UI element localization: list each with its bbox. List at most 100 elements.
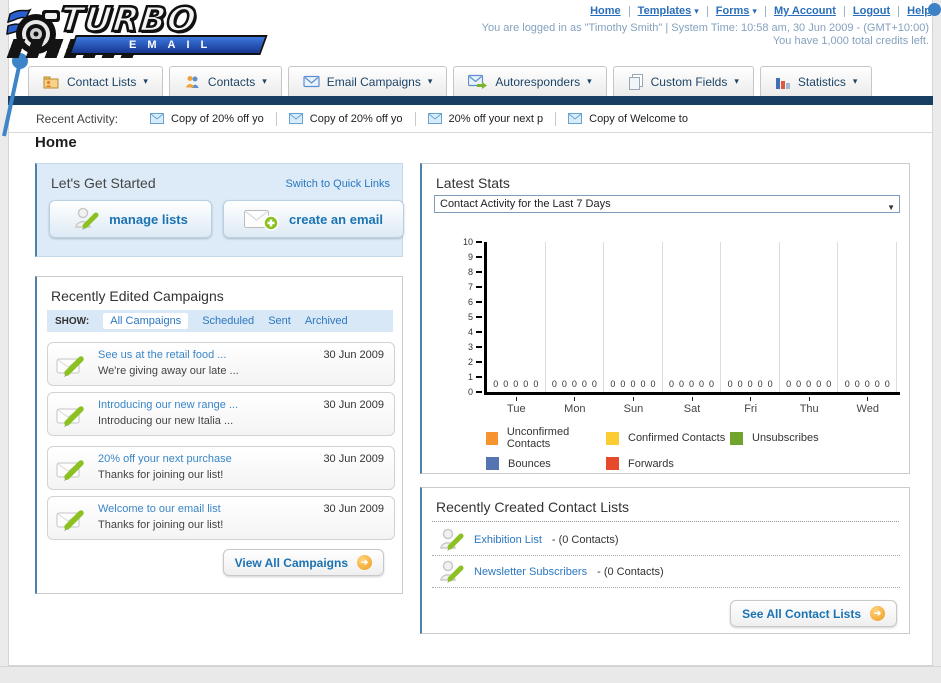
tab-label: Contact Lists <box>67 74 137 89</box>
contact-list-link[interactable]: Newsletter Subscribers <box>474 566 587 578</box>
tab-email-campaigns[interactable]: Email Campaigns ▾ <box>287 66 448 96</box>
legend-swatch-icon <box>486 457 499 470</box>
data-value-label: 0 <box>630 379 636 389</box>
campaign-subtitle: Thanks for joining our list! <box>98 519 224 531</box>
help-bubble-icon[interactable] <box>928 3 941 16</box>
x-axis-label-fri: Fri <box>721 397 780 415</box>
chart-plot-area: 00000000000000000000000000000000000 <box>487 242 898 392</box>
campaign-title-link[interactable]: Introducing our new range ... <box>98 399 238 411</box>
data-value-label: 0 <box>610 379 616 389</box>
legend-label: Unsubscribes <box>752 432 819 444</box>
recent-activity-item[interactable]: Copy of 20% off yo <box>138 111 277 126</box>
contact-list-link[interactable]: Exhibition List <box>474 534 542 546</box>
y-axis-tick-4: 4 <box>468 327 482 337</box>
filter-all-campaigns[interactable]: All Campaigns <box>103 313 189 329</box>
x-axis-line <box>484 392 900 395</box>
manage-lists-label: manage lists <box>109 211 188 227</box>
data-value-label: 0 <box>854 379 860 389</box>
manage-lists-button[interactable]: manage lists <box>49 200 212 238</box>
nav-link-logout[interactable]: Logout <box>853 5 890 17</box>
data-value-label: 0 <box>826 379 832 389</box>
y-axis-tick-6: 6 <box>468 297 482 307</box>
stats-dropdown-value: Contact Activity for the Last 7 Days <box>440 198 611 210</box>
campaign-subtitle: Thanks for joining our list! <box>98 469 224 481</box>
contact-list-row: Exhibition List - (0 Contacts) <box>432 525 900 556</box>
data-value-label: 0 <box>503 379 509 389</box>
x-axis-label-sat: Sat <box>663 397 722 415</box>
tab-contact-lists[interactable]: Contact Lists ▾ <box>28 66 163 96</box>
autoresponders-icon <box>468 74 488 89</box>
latest-stats-panel: Latest Stats Contact Activity for the La… <box>420 163 910 474</box>
dropdown-caret-icon: ▼ <box>887 203 895 212</box>
y-axis-tick-8: 8 <box>468 267 482 277</box>
person-pencil-icon <box>440 528 464 551</box>
footer-strip <box>0 666 941 683</box>
campaign-title-link[interactable]: See us at the retail food ... <box>98 349 226 361</box>
filter-sent[interactable]: Sent <box>268 315 291 327</box>
chevron-down-icon: ▾ <box>752 5 757 16</box>
data-value-label: 0 <box>523 379 529 389</box>
nav-link-home[interactable]: Home <box>590 5 621 17</box>
campaign-title-link[interactable]: Welcome to our email list <box>98 503 221 515</box>
activity-item-label: Copy of Welcome to <box>589 112 688 125</box>
data-value-label: 0 <box>864 379 870 389</box>
filter-archived[interactable]: Archived <box>305 315 348 327</box>
y-axis-tick-5: 5 <box>468 312 482 322</box>
envelope-pencil-icon <box>56 510 84 531</box>
legend-label: Confirmed Contacts <box>628 432 726 444</box>
envelope-icon <box>427 113 442 124</box>
nav-separator <box>898 5 900 17</box>
legend-label: Forwards <box>628 457 674 470</box>
data-value-label: 0 <box>786 379 792 389</box>
filter-scheduled[interactable]: Scheduled <box>202 315 254 327</box>
view-all-campaigns-label: View All Campaigns <box>234 555 348 570</box>
stats-report-dropdown[interactable]: Contact Activity for the Last 7 Days ▼ <box>434 195 900 213</box>
tab-contacts[interactable]: Contacts ▾ <box>168 66 282 96</box>
activity-item-label: 20% off your next p <box>448 112 544 125</box>
data-value-label: 0 <box>668 379 674 389</box>
campaign-date: 30 Jun 2009 <box>323 399 384 411</box>
tab-statistics[interactable]: Statistics ▾ <box>759 66 873 96</box>
legend-swatch-icon <box>730 431 743 445</box>
x-axis-labels: Tue Mon Sun Sat Fri Thu Wed <box>487 397 897 415</box>
view-all-campaigns-button[interactable]: View All Campaigns ➜ <box>222 549 384 576</box>
nav-link-templates[interactable]: Templates <box>638 5 692 17</box>
data-value-label: 0 <box>689 379 695 389</box>
navy-divider-band <box>8 96 933 105</box>
nav-link-my-account[interactable]: My Account <box>774 5 836 17</box>
campaign-title-link[interactable]: 20% off your next purchase <box>98 453 232 465</box>
y-axis-tick-0: 0 <box>468 387 482 397</box>
create-email-button[interactable]: create an email <box>223 200 404 238</box>
x-axis-label-wed: Wed <box>838 397 897 415</box>
tab-custom-fields[interactable]: Custom Fields ▾ <box>612 66 754 96</box>
activity-item-label: Copy of 20% off yo <box>171 112 264 125</box>
recent-activity-item[interactable]: Copy of Welcome to <box>556 112 700 126</box>
campaign-subtitle: Introducing our new Italia ... <box>98 415 234 427</box>
recent-activity-item[interactable]: 20% off your next p <box>416 111 557 126</box>
envelope-icon <box>150 113 165 124</box>
dotted-divider <box>432 521 899 522</box>
person-pencil-icon <box>440 560 464 583</box>
nav-separator <box>764 5 766 17</box>
logo-banner: EMAIL <box>68 35 268 55</box>
email-campaigns-icon <box>303 75 320 88</box>
page-title: Home <box>35 134 77 151</box>
see-all-contact-lists-button[interactable]: See All Contact Lists ➜ <box>730 600 897 627</box>
nav-separator <box>628 5 630 17</box>
data-value-label: 0 <box>757 379 763 389</box>
recent-activity-item[interactable]: Copy of 20% off yo <box>277 111 416 126</box>
tab-label: Statistics <box>797 74 846 89</box>
chevron-down-icon: ▾ <box>587 76 592 86</box>
login-info: You are logged in as "Timothy Smith" | S… <box>481 22 929 34</box>
data-value-label: 0 <box>551 379 557 389</box>
data-value-label: 0 <box>796 379 802 389</box>
pin-decoration <box>2 53 28 137</box>
tab-autoresponders[interactable]: Autoresponders ▾ <box>453 66 607 96</box>
legend-item: Bounces <box>486 457 606 470</box>
data-value-label: 0 <box>513 379 519 389</box>
chevron-down-icon: ▾ <box>262 76 267 86</box>
y-axis-tick-7: 7 <box>468 282 482 292</box>
contact-lists-title: Recently Created Contact Lists <box>436 499 629 515</box>
switch-to-quick-links[interactable]: Switch to Quick Links <box>285 178 390 190</box>
nav-link-forms[interactable]: Forms <box>716 5 750 17</box>
